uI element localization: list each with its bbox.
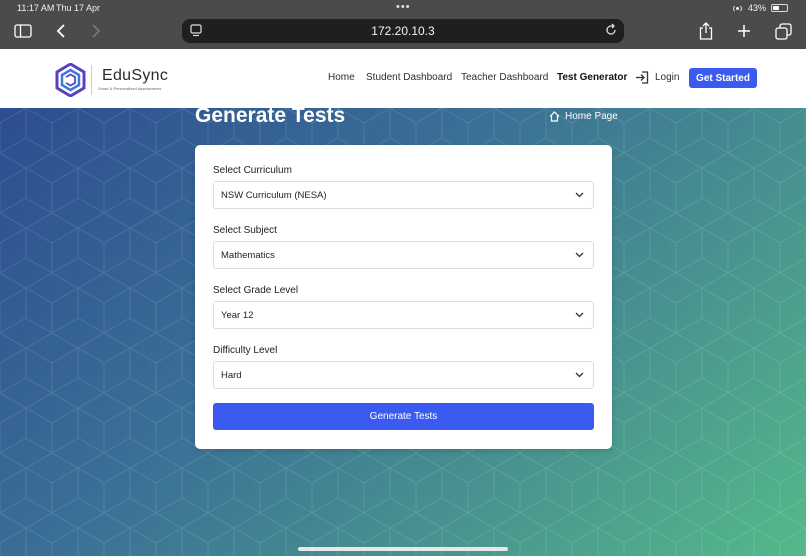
tab-overview-icon[interactable] — [772, 20, 794, 42]
edusync-logo-icon[interactable] — [55, 62, 86, 98]
generate-tests-button[interactable]: Generate Tests — [213, 403, 594, 430]
nav-link-test-generator[interactable]: Test Generator — [557, 72, 627, 83]
difficulty-value: Hard — [221, 370, 242, 381]
site-navbar: EduSync Smart & Personalized Assessments… — [0, 49, 806, 108]
difficulty-select[interactable]: Hard — [213, 361, 594, 389]
nav-link-student-dashboard[interactable]: Student Dashboard — [366, 72, 452, 83]
grade-level-value: Year 12 — [221, 310, 254, 321]
status-time: 11:17 AM — [17, 3, 55, 13]
curriculum-label: Select Curriculum — [213, 165, 292, 176]
login-button[interactable]: Login — [635, 71, 679, 84]
brand-name[interactable]: EduSync — [102, 67, 168, 85]
chevron-down-icon — [575, 372, 584, 378]
url-text[interactable]: 172.20.10.3 — [182, 24, 624, 38]
status-indicators: 43% — [732, 3, 788, 13]
hotspot-icon — [733, 5, 742, 11]
battery-icon — [771, 4, 788, 12]
address-bar[interactable]: 172.20.10.3 — [182, 19, 624, 43]
multitasking-dots-icon[interactable]: ••• — [396, 1, 411, 13]
curriculum-value: NSW Curriculum (NESA) — [221, 190, 327, 201]
share-icon[interactable] — [695, 20, 717, 42]
difficulty-label: Difficulty Level — [213, 345, 278, 356]
brand-divider — [91, 65, 92, 95]
login-icon — [636, 71, 649, 84]
browser-toolbar: 11:17 AM Thu 17 Apr ••• 43% 172.20.10.3 — [0, 0, 806, 49]
home-icon — [549, 111, 560, 122]
subject-select[interactable]: Mathematics — [213, 241, 594, 269]
back-icon[interactable] — [50, 20, 72, 42]
main-section: Generate Tests Home Page Select Curricul… — [0, 108, 806, 556]
subject-label: Select Subject — [213, 225, 277, 236]
battery-percent: 43% — [747, 3, 766, 13]
sidebar-toggle-icon[interactable] — [12, 20, 34, 42]
new-tab-icon[interactable] — [733, 20, 755, 42]
subject-value: Mathematics — [221, 250, 275, 261]
brand-tagline: Smart & Personalized Assessments — [98, 86, 162, 91]
grade-level-select[interactable]: Year 12 — [213, 301, 594, 329]
page-title: Generate Tests — [195, 108, 346, 127]
chevron-down-icon — [575, 312, 584, 318]
chevron-down-icon — [575, 192, 584, 198]
get-started-button[interactable]: Get Started — [689, 68, 757, 88]
login-label: Login — [655, 72, 680, 83]
home-indicator[interactable] — [298, 547, 508, 551]
forward-icon[interactable] — [85, 20, 107, 42]
home-page-link[interactable]: Home Page — [549, 111, 618, 122]
test-generator-form: Select Curriculum NSW Curriculum (NESA) … — [195, 145, 612, 449]
nav-link-home[interactable]: Home — [328, 72, 355, 83]
curriculum-select[interactable]: NSW Curriculum (NESA) — [213, 181, 594, 209]
grade-level-label: Select Grade Level — [213, 285, 299, 296]
chevron-down-icon — [575, 252, 584, 258]
reload-icon[interactable] — [604, 23, 618, 42]
home-page-label: Home Page — [565, 111, 618, 122]
status-date: Thu 17 Apr — [56, 3, 101, 13]
nav-link-teacher-dashboard[interactable]: Teacher Dashboard — [461, 72, 548, 83]
